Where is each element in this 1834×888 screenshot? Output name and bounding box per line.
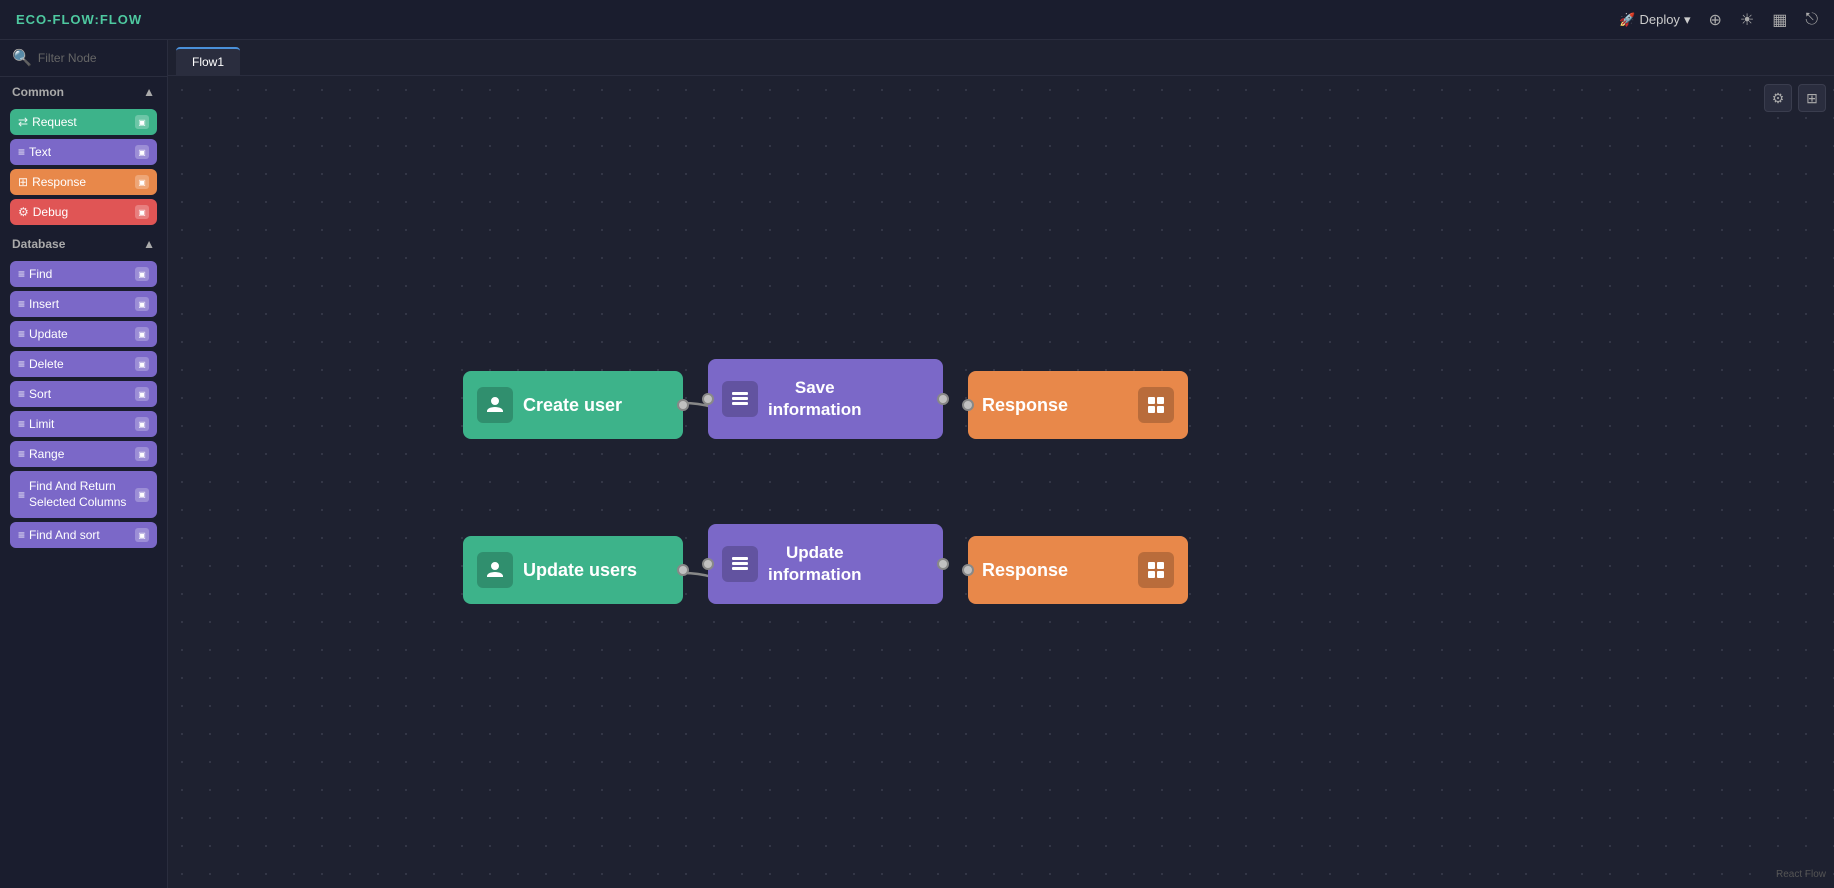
node-find-return-selected[interactable]: ≡ Find And Return Selected Columns ▣ — [10, 471, 157, 518]
node-range[interactable]: ≡ Range ▣ — [10, 441, 157, 467]
sun-icon[interactable]: ☀ — [1740, 10, 1754, 30]
response1-left-handle — [962, 399, 974, 411]
response2-label: Response — [982, 560, 1128, 581]
canvas-controls: ⚙ ⊞ — [1764, 84, 1826, 112]
update-users-icon-box — [477, 552, 513, 588]
tab-bar: Flow1 — [168, 40, 1834, 76]
deploy-button[interactable]: 🚀 Deploy ▾ — [1619, 12, 1690, 28]
node-insert-handle: ▣ — [135, 297, 149, 311]
node-response[interactable]: ⊞ Response ▣ — [10, 169, 157, 195]
connectors-svg — [168, 76, 1834, 888]
tab-flow1[interactable]: Flow1 — [176, 47, 240, 75]
update-info-right-handle — [937, 558, 949, 570]
node-range-handle: ▣ — [135, 447, 149, 461]
chevron-up-icon: ▲ — [143, 85, 155, 99]
section-common-label: Common — [12, 85, 64, 99]
node-update-handle: ▣ — [135, 327, 149, 341]
react-flow-label: React Flow — [1776, 869, 1826, 880]
node-debug-handle: ▣ — [135, 205, 149, 219]
database-nodes: ≡ Find ▣ ≡ Insert ▣ ≡ Update ▣ ≡ Delete … — [0, 261, 167, 548]
insert-icon: ≡ — [18, 297, 25, 311]
node-request-handle: ▣ — [135, 115, 149, 129]
node-find-sort-handle: ▣ — [135, 528, 149, 542]
search-input[interactable] — [38, 51, 155, 65]
node-find-return-handle: ▣ — [135, 488, 149, 502]
update-users-right-handle — [677, 564, 689, 576]
grid-icon[interactable]: ▦ — [1772, 10, 1787, 30]
sidebar: 🔍 Common ▲ ⇄ Request ▣ ≡ Text ▣ ⊞ Respon… — [0, 40, 168, 888]
topbar-left: ECO-FLOW:FLOW — [16, 12, 142, 27]
response-icon: ⊞ — [18, 175, 28, 189]
common-nodes: ⇄ Request ▣ ≡ Text ▣ ⊞ Response ▣ ⚙ Debu… — [0, 109, 167, 225]
node-response1[interactable]: Response — [968, 371, 1188, 439]
update-information-label: Updateinformation — [768, 542, 862, 586]
app-logo: ECO-FLOW:FLOW — [16, 12, 142, 27]
save-info-left-handle — [702, 393, 714, 405]
filter-node-container: 🔍 — [0, 40, 167, 77]
node-response2[interactable]: Response — [968, 536, 1188, 604]
search-icon: 🔍 — [12, 48, 32, 68]
debug-icon: ⚙ — [18, 205, 29, 219]
limit-icon: ≡ — [18, 417, 25, 431]
node-text-handle: ▣ — [135, 145, 149, 159]
find-return-icon: ≡ — [18, 488, 25, 502]
delete-icon: ≡ — [18, 357, 25, 371]
node-limit-handle: ▣ — [135, 417, 149, 431]
section-database-label: Database — [12, 237, 65, 251]
node-update-information[interactable]: Updateinformation — [708, 524, 943, 604]
response1-icon-box — [1138, 387, 1174, 423]
create-user-right-handle — [677, 399, 689, 411]
chevron-up-icon-db: ▲ — [143, 237, 155, 251]
node-update-users[interactable]: Update users — [463, 536, 683, 604]
node-sort[interactable]: ≡ Sort ▣ — [10, 381, 157, 407]
update-info-icon-box — [722, 546, 758, 582]
node-debug[interactable]: ⚙ Debug ▣ — [10, 199, 157, 225]
chevron-down-icon: ▾ — [1684, 12, 1691, 28]
create-user-icon-box — [477, 387, 513, 423]
node-find[interactable]: ≡ Find ▣ — [10, 261, 157, 287]
github-icon[interactable]: ⊕ — [1708, 10, 1721, 30]
save-info-icon-box — [722, 381, 758, 417]
section-database[interactable]: Database ▲ — [0, 229, 167, 257]
flow-canvas[interactable]: Create user Saveinformation — [168, 76, 1834, 888]
request-icon: ⇄ — [18, 115, 28, 129]
deploy-icon: 🚀 — [1619, 12, 1635, 28]
update-info-left-handle — [702, 558, 714, 570]
response2-left-handle — [962, 564, 974, 576]
topbar-right: 🚀 Deploy ▾ ⊕ ☀ ▦ ⎋ — [1619, 10, 1818, 30]
canvas-settings-button[interactable]: ⚙ — [1764, 84, 1792, 112]
main-area: 🔍 Common ▲ ⇄ Request ▣ ≡ Text ▣ ⊞ Respon… — [0, 40, 1834, 888]
sort-icon: ≡ — [18, 387, 25, 401]
text-icon: ≡ — [18, 145, 25, 159]
node-text[interactable]: ≡ Text ▣ — [10, 139, 157, 165]
node-create-user[interactable]: Create user — [463, 371, 683, 439]
response2-icon-box — [1138, 552, 1174, 588]
node-update[interactable]: ≡ Update ▣ — [10, 321, 157, 347]
response1-label: Response — [982, 395, 1128, 416]
node-delete-handle: ▣ — [135, 357, 149, 371]
topbar: ECO-FLOW:FLOW 🚀 Deploy ▾ ⊕ ☀ ▦ ⎋ — [0, 0, 1834, 40]
node-limit[interactable]: ≡ Limit ▣ — [10, 411, 157, 437]
content-area: Flow1 C — [168, 40, 1834, 888]
node-delete[interactable]: ≡ Delete ▣ — [10, 351, 157, 377]
node-sort-handle: ▣ — [135, 387, 149, 401]
canvas-config-button[interactable]: ⊞ — [1798, 84, 1826, 112]
node-request[interactable]: ⇄ Request ▣ — [10, 109, 157, 135]
node-response-handle: ▣ — [135, 175, 149, 189]
save-information-label: Saveinformation — [768, 377, 862, 421]
save-info-right-handle — [937, 393, 949, 405]
update-icon: ≡ — [18, 327, 25, 341]
section-common[interactable]: Common ▲ — [0, 77, 167, 105]
update-users-label: Update users — [523, 560, 637, 581]
range-icon: ≡ — [18, 447, 25, 461]
logout-icon[interactable]: ⎋ — [1805, 11, 1818, 29]
create-user-label: Create user — [523, 395, 622, 416]
node-find-handle: ▣ — [135, 267, 149, 281]
node-find-sort[interactable]: ≡ Find And sort ▣ — [10, 522, 157, 548]
find-icon: ≡ — [18, 267, 25, 281]
node-save-information[interactable]: Saveinformation — [708, 359, 943, 439]
find-sort-icon: ≡ — [18, 528, 25, 542]
node-insert[interactable]: ≡ Insert ▣ — [10, 291, 157, 317]
